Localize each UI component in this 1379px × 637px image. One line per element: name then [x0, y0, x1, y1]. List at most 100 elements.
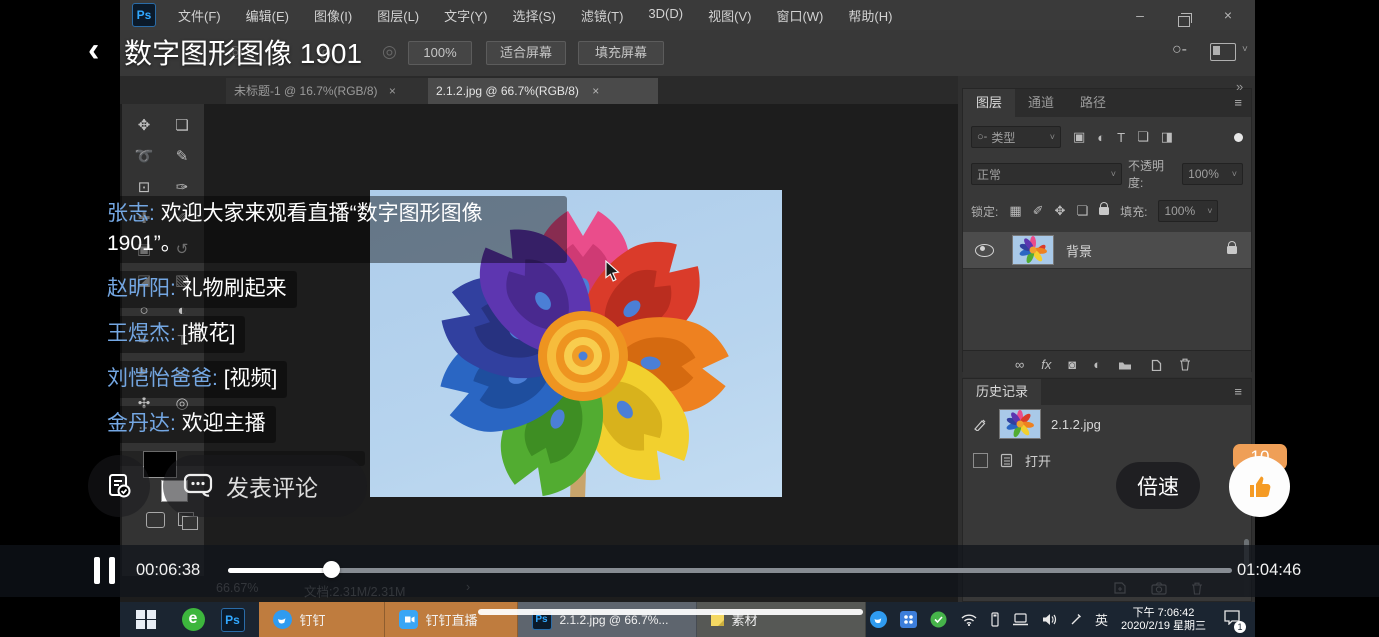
- new-group-folder-icon: [1118, 359, 1132, 370]
- thumbs-up-icon: [1245, 472, 1275, 502]
- panel-collapse-icon: »: [1236, 79, 1243, 94]
- pause-icon: [109, 557, 115, 584]
- tray-green-shield-icon: [930, 611, 947, 628]
- chat-username: 金丹达:: [107, 412, 176, 435]
- taskbar-button-dingtalk: 钉钉: [259, 602, 385, 637]
- history-thumbnail: [999, 409, 1041, 439]
- windows-taskbar: e Ps 钉钉 钉钉直播 Ps 2.1.2.jpg @ 66.7%... 素材: [120, 602, 1255, 637]
- menu-select: 选择(S): [512, 6, 555, 25]
- chat-message: 刘恺怡爸爸: [视频]: [97, 361, 287, 398]
- link-layers-icon: ∞: [1015, 357, 1024, 372]
- history-entry-label: 2.1.2.jpg: [1051, 417, 1101, 432]
- menu-type: 文字(Y): [444, 6, 487, 25]
- chat-message-list[interactable]: 张志: 欢迎大家来观看直播“数字图形图像 1901”。 赵昕阳: 礼物刷起来 王…: [97, 196, 567, 466]
- history-brush-source-icon: [973, 417, 989, 431]
- menu-view: 视图(V): [708, 6, 751, 25]
- layer-row-background: 背景: [963, 232, 1251, 269]
- chat-text: 欢迎大家来观看直播“数字图形图像 1901”。: [107, 202, 483, 255]
- fill-label: 填充:: [1120, 203, 1147, 220]
- layer-name: 背景: [1066, 241, 1092, 260]
- mouse-cursor-icon: [604, 260, 620, 282]
- fit-screen-button: 适合屏幕: [486, 41, 566, 65]
- doc-tab-212jpg: 2.1.2.jpg @ 66.7%(RGB/8) ×: [428, 78, 658, 104]
- tab-close-icon: ×: [389, 84, 396, 98]
- pause-button[interactable]: [94, 557, 115, 584]
- like-button[interactable]: [1229, 456, 1290, 517]
- layer-lock-icon: [1227, 246, 1237, 254]
- menu-window: 窗口(W): [776, 6, 823, 25]
- total-duration: 01:04:46: [1237, 561, 1301, 580]
- pause-icon: [94, 557, 100, 584]
- start-button-icon: [136, 610, 156, 630]
- workspace-chevron-icon: ˅: [1242, 44, 1248, 55]
- menu-layer: 图层(L): [377, 6, 419, 25]
- search-icon: ○‑: [977, 131, 987, 143]
- video-title: 数字图形图像 1901: [124, 32, 362, 72]
- workspace-switcher-icon: [1210, 43, 1236, 61]
- chat-text: 欢迎主播: [182, 412, 266, 435]
- comment-bubble-icon: [183, 473, 213, 500]
- adjustment-layer-icon: ◐: [1093, 357, 1101, 372]
- menu-image: 图像(I): [314, 6, 352, 25]
- chat-text: [视频]: [224, 367, 278, 390]
- player-control-bar: 00:06:38 01:04:46: [0, 545, 1379, 597]
- fill-screen-button: 填充屏幕: [578, 41, 664, 65]
- panel-menu-icon: ≡: [1224, 379, 1251, 405]
- tray-app-grid-icon: [900, 611, 917, 628]
- sticky-note-icon: [711, 613, 724, 626]
- menu-3d: 3D(D): [648, 6, 683, 25]
- notification-badge: 1: [1234, 621, 1246, 633]
- tool-crop-icon: ⊡: [125, 178, 163, 196]
- menu-help: 帮助(H): [848, 6, 892, 25]
- taskbar-photoshop-icon: Ps: [221, 608, 245, 632]
- chat-username: 张志:: [107, 202, 155, 225]
- layer-mask-icon: ◙: [1068, 357, 1076, 372]
- lock-position-icon: ✥: [1055, 203, 1066, 219]
- comment-input-button[interactable]: 发表评论: [163, 455, 367, 517]
- delete-layer-trash-icon: [1179, 358, 1191, 371]
- taskbar-button-ps-document: Ps 2.1.2.jpg @ 66.7%...: [518, 602, 697, 637]
- playback-speed-button[interactable]: 倍速: [1116, 462, 1200, 509]
- clock: 下午 7:06:42 2020/2/19 星期三: [1121, 607, 1206, 633]
- progress-knob[interactable]: [323, 561, 340, 578]
- taskbar-button-sucai: 素材: [697, 602, 866, 637]
- filter-type-icon: T: [1117, 130, 1125, 145]
- tool-quickselect-icon: ✎: [163, 147, 201, 165]
- home-indicator[interactable]: [478, 609, 863, 615]
- opacity-select: 100%˅: [1182, 163, 1243, 185]
- ps-document-tabbar: 未标题-1 @ 16.7%(RGB/8) × 2.1.2.jpg @ 66.7%…: [120, 76, 958, 104]
- menu-file: 文件(F): [178, 6, 221, 25]
- notification-center-icon: 1: [1223, 609, 1241, 630]
- sign-in-button[interactable]: [88, 455, 150, 517]
- new-layer-icon: [1149, 358, 1162, 371]
- lock-transparency-icon: ▦: [1009, 203, 1021, 219]
- history-entry-label: 打开: [1025, 451, 1051, 470]
- menu-filter: 滤镜(T): [581, 6, 624, 25]
- progress-bar-fill: [228, 568, 331, 573]
- chat-message: 金丹达: 欢迎主播: [97, 406, 276, 443]
- current-time: 00:06:38: [136, 561, 200, 580]
- usb-device-icon: [991, 612, 999, 627]
- back-button[interactable]: ‹: [88, 35, 99, 65]
- dingtalk-icon: [273, 610, 292, 629]
- progress-bar-track[interactable]: [228, 568, 1232, 573]
- chat-message: 赵昕阳: 礼物刷起来: [97, 271, 297, 308]
- layer-filter-select: ○‑ 类型 ˅: [971, 126, 1061, 148]
- ps-menus: 文件(F) 编辑(E) 图像(I) 图层(L) 文字(Y) 选择(S) 滤镜(T…: [178, 6, 892, 25]
- close-icon: ×: [1213, 2, 1243, 28]
- zoom-out-tool-icon: ◎: [382, 42, 397, 62]
- lock-pixels-icon: ✐: [1033, 203, 1044, 219]
- lock-label: 锁定:: [971, 203, 998, 220]
- pen-plug-icon: [1070, 613, 1082, 626]
- chat-message: 张志: 欢迎大家来观看直播“数字图形图像 1901”。: [97, 196, 567, 263]
- tab-close-icon: ×: [592, 84, 599, 98]
- live-video-icon: [399, 610, 418, 629]
- tab-channels: 通道: [1015, 89, 1067, 117]
- search-icon: ○‑: [1172, 41, 1187, 59]
- zoom-100-button: 100%: [408, 41, 472, 65]
- sign-in-sheet-icon: [105, 472, 133, 500]
- taskbar-button-dingtalk-live: 钉钉直播: [385, 602, 518, 637]
- tab-layers: 图层: [963, 89, 1015, 117]
- laptop-icon: [1012, 613, 1029, 626]
- history-source-checkbox: [973, 453, 988, 468]
